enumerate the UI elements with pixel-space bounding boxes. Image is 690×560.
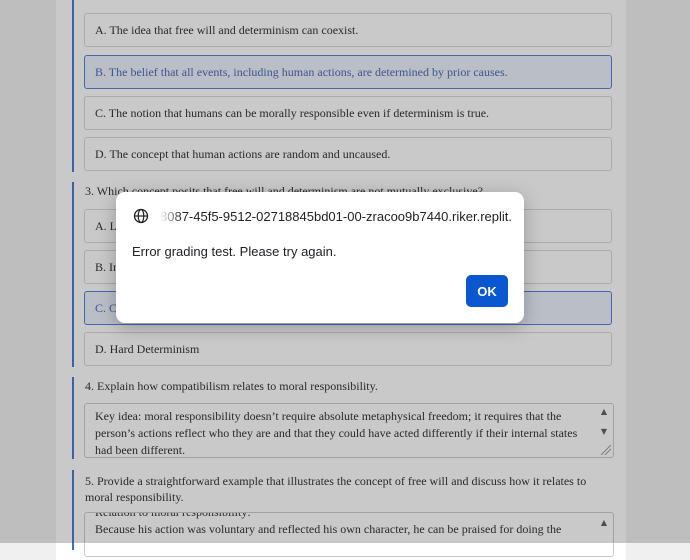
- origin-fade: [160, 206, 182, 228]
- dialog-message: Error grading test. Please try again.: [132, 244, 337, 259]
- globe-icon: [133, 208, 149, 224]
- ok-button[interactable]: OK: [466, 275, 508, 307]
- dialog-origin-url: 8087-45f5-9512-02718845bd01-00-zracoo9b7…: [160, 209, 512, 224]
- alert-dialog: 8087-45f5-9512-02718845bd01-00-zracoo9b7…: [116, 192, 524, 323]
